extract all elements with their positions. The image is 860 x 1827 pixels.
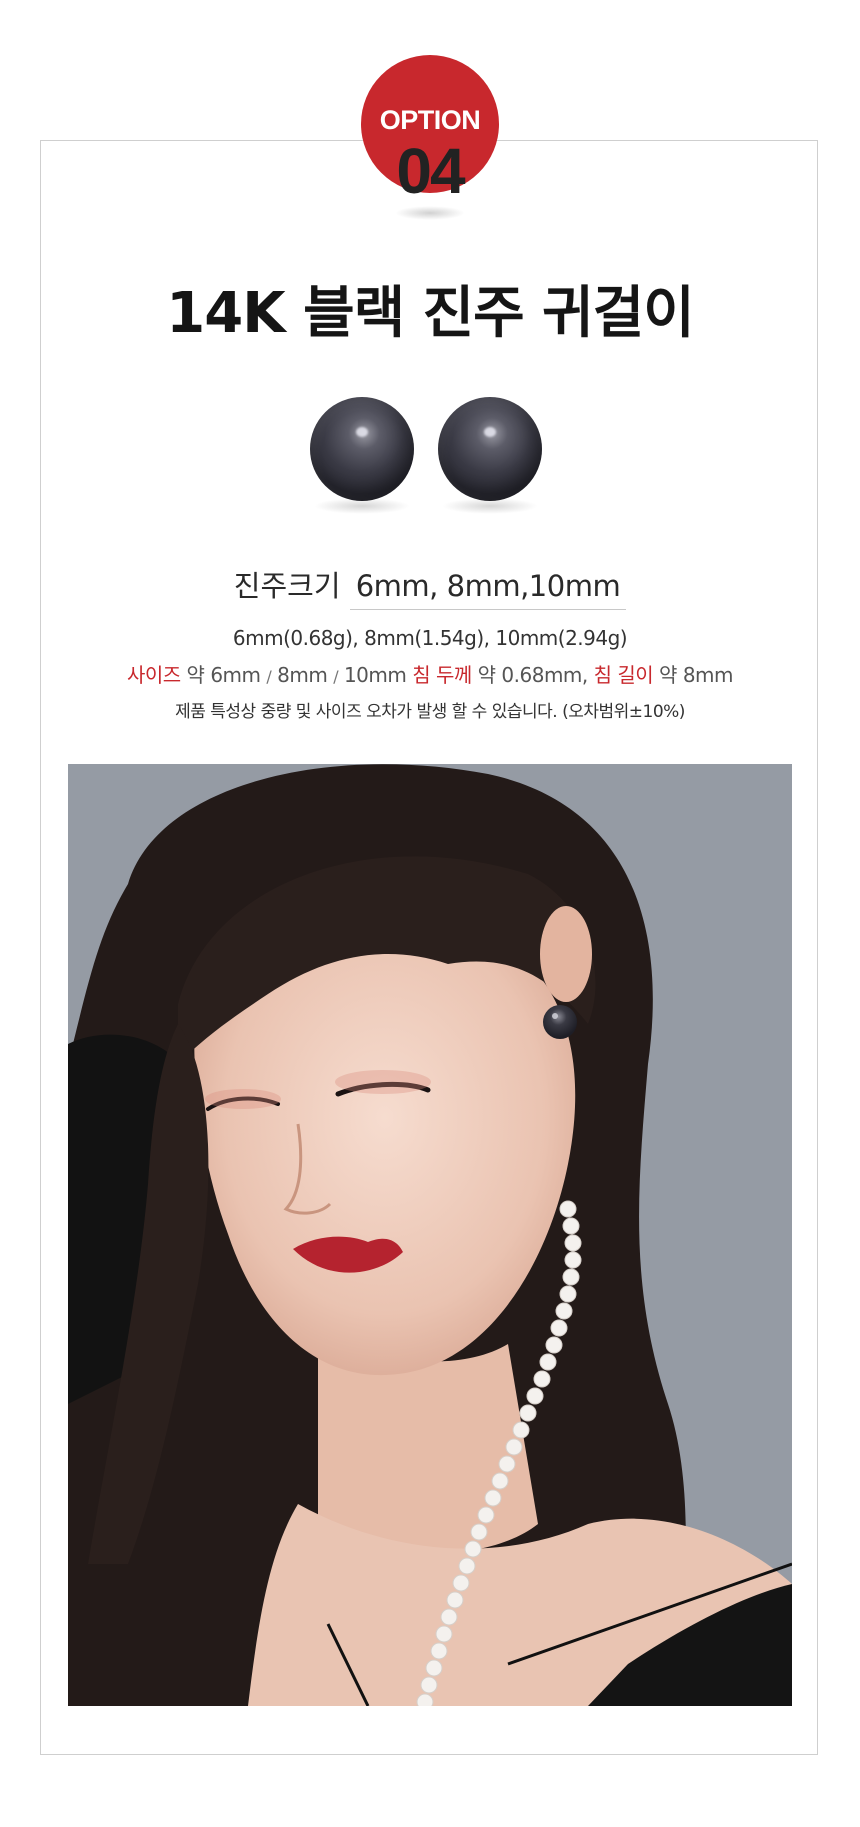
black-pearl-left	[310, 397, 414, 501]
pearl-shadow-left	[314, 498, 410, 514]
spec-line: 사이즈 약 6mm / 8mm / 10mm 침 두께 약 0.68mm, 침 …	[0, 659, 860, 688]
approx-text: 약	[477, 663, 496, 687]
pearl-weights: 6mm(0.68g), 8mm(1.54g), 10mm(2.94g)	[232, 626, 628, 650]
size-c: 10mm	[343, 663, 407, 687]
thickness-value: 0.68mm,	[501, 663, 588, 687]
slash: /	[333, 667, 339, 686]
pearl-size-value: 6mm, 8mm,10mm	[349, 569, 627, 610]
option-badge-number: 04	[396, 135, 465, 207]
approx-text: 약	[659, 663, 677, 687]
black-pearl-right	[438, 397, 542, 501]
badge-shadow	[395, 206, 465, 220]
thickness-label: 침 두께	[412, 663, 472, 687]
option-badge: OPTION 04	[361, 55, 499, 203]
approx-text: 약	[186, 663, 205, 687]
option-badge-label: OPTION	[379, 105, 481, 135]
pearl-size-label: 진주크기	[233, 569, 341, 603]
tolerance-note: 제품 특성상 중량 및 사이즈 오차가 발생 할 수 있습니다. (오차범위±1…	[175, 702, 685, 722]
slash: /	[266, 667, 272, 686]
model-photo-illustration	[68, 764, 792, 1706]
size-b: 8mm	[277, 663, 328, 687]
model-photo	[68, 764, 792, 1706]
size-label: 사이즈	[126, 663, 181, 687]
product-title: 14K 블랙 진주 귀걸이	[166, 281, 694, 346]
pearl-shadow-right	[442, 498, 538, 514]
pearl-size-line: 진주크기 6mm, 8mm,10mm	[0, 563, 860, 610]
length-label: 침 길이	[593, 663, 654, 687]
size-a: 6mm	[210, 663, 261, 687]
length-value: 8mm	[682, 663, 734, 687]
